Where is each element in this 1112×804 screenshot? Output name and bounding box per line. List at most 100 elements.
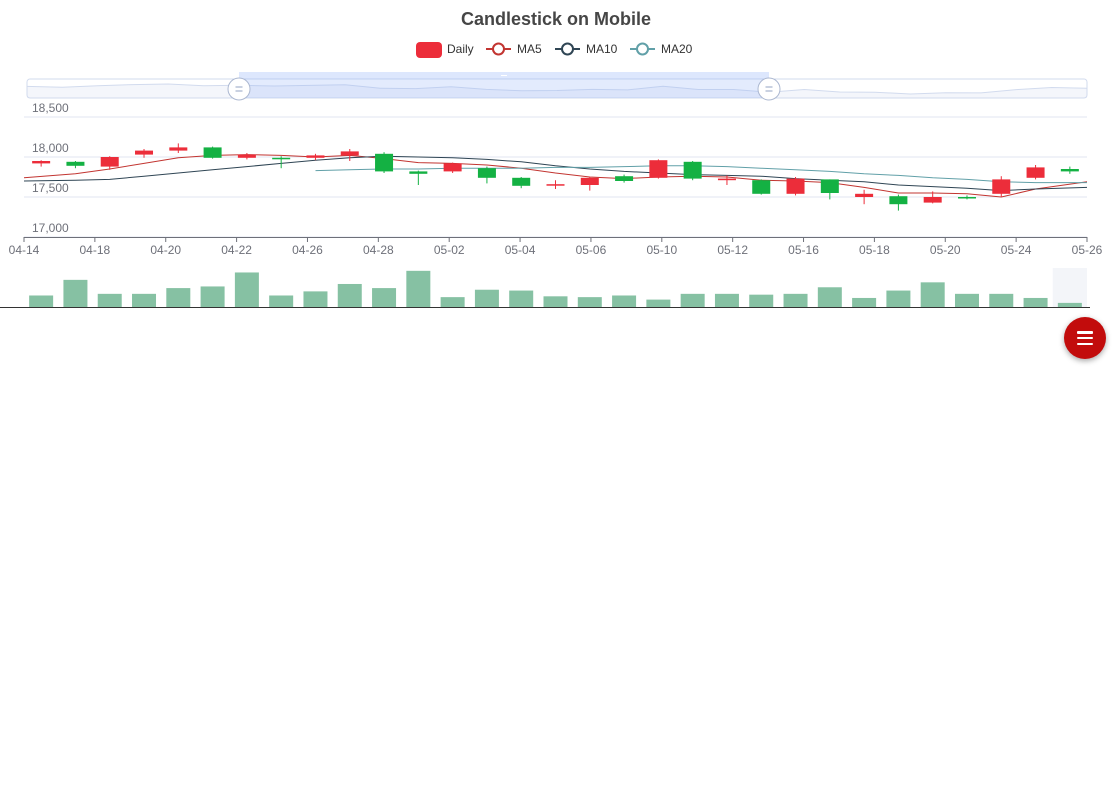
volume-bar[interactable] (509, 290, 534, 307)
candle[interactable] (649, 159, 668, 179)
candle[interactable] (855, 189, 874, 205)
zoom-handle-circle[interactable] (757, 77, 781, 101)
candle[interactable] (957, 195, 976, 200)
candle-body[interactable] (135, 150, 154, 155)
legend-item-ma10[interactable]: MA10 (555, 42, 618, 56)
candle-body[interactable] (717, 178, 736, 181)
candle-body[interactable] (203, 147, 222, 158)
candle-body[interactable] (580, 177, 599, 185)
volume-bar[interactable] (852, 297, 877, 307)
candle[interactable] (580, 177, 599, 191)
volume-bar[interactable] (269, 295, 294, 307)
volume-bar[interactable] (612, 295, 637, 307)
volume-bar[interactable] (372, 288, 397, 307)
candle[interactable] (169, 143, 188, 153)
candle[interactable] (272, 156, 291, 169)
candle-body[interactable] (1060, 169, 1079, 172)
volume-bar[interactable] (1023, 297, 1048, 307)
candle-body[interactable] (340, 151, 359, 156)
volume-bar[interactable] (440, 297, 465, 307)
candle-body[interactable] (752, 180, 771, 194)
volume-bars[interactable] (0, 268, 1090, 308)
candle-body[interactable] (443, 163, 462, 172)
volume-bar[interactable] (63, 279, 88, 307)
volume-bar[interactable] (166, 288, 191, 307)
candle-body[interactable] (546, 184, 565, 186)
candle[interactable] (32, 160, 51, 167)
volume-bar[interactable] (543, 296, 568, 307)
volume-bar[interactable] (132, 293, 157, 307)
candle[interactable] (340, 149, 359, 161)
candle[interactable] (1026, 165, 1045, 180)
volume-bar[interactable] (680, 293, 705, 307)
datazoom-slider[interactable] (26, 72, 1088, 101)
candle[interactable] (306, 153, 325, 161)
candle-body[interactable] (683, 161, 702, 179)
candle-body[interactable] (272, 157, 291, 160)
legend-item-daily[interactable]: Daily (416, 42, 474, 58)
candle-body[interactable] (992, 179, 1011, 194)
volume-bar[interactable] (817, 287, 842, 307)
legend-item-ma5[interactable]: MA5 (486, 42, 542, 56)
volume-bar[interactable] (714, 293, 739, 307)
candle[interactable] (992, 176, 1011, 197)
candle[interactable] (409, 170, 428, 185)
candle-body[interactable] (409, 171, 428, 174)
volume-bar[interactable] (303, 291, 328, 307)
legend[interactable]: Daily MA5 MA10 MA20 (416, 42, 693, 58)
candle-body[interactable] (32, 161, 51, 164)
zoom-selected-range[interactable] (239, 79, 769, 98)
candle-body[interactable] (1026, 167, 1045, 178)
candle[interactable] (786, 177, 805, 196)
candle[interactable] (889, 194, 908, 211)
candle[interactable] (546, 180, 565, 189)
candle-body[interactable] (237, 154, 256, 158)
candle[interactable] (237, 153, 256, 160)
volume-bar[interactable] (1057, 302, 1082, 307)
candle[interactable] (375, 152, 394, 173)
zoom-handle-circle[interactable] (227, 77, 251, 101)
volume-bar[interactable] (406, 270, 431, 307)
candle-body[interactable] (957, 197, 976, 199)
candle[interactable] (512, 177, 531, 189)
volume-bar[interactable] (783, 293, 808, 307)
zoom-handle-start[interactable] (227, 77, 251, 101)
volume-bar[interactable] (954, 293, 979, 307)
volume-bar[interactable] (646, 299, 671, 307)
candle-body[interactable] (375, 153, 394, 172)
candle-body[interactable] (889, 196, 908, 205)
volume-bar[interactable] (577, 297, 602, 307)
candle-body[interactable] (855, 193, 874, 197)
volume-bar[interactable] (234, 272, 259, 307)
zoom-handle-end[interactable] (757, 77, 781, 101)
menu-button[interactable] (1064, 317, 1106, 359)
candle-body[interactable] (306, 155, 325, 158)
volume-bar[interactable] (97, 293, 122, 307)
volume-bar[interactable] (886, 290, 911, 307)
volume-bar[interactable] (989, 293, 1014, 307)
candle-body[interactable] (923, 197, 942, 203)
volume-bar[interactable] (200, 286, 225, 307)
candle-body[interactable] (169, 147, 188, 151)
candle[interactable] (752, 179, 771, 195)
candle[interactable] (203, 146, 222, 159)
candle[interactable] (683, 161, 702, 181)
candle-body[interactable] (786, 178, 805, 194)
candle[interactable] (615, 174, 634, 183)
volume-bar[interactable] (920, 282, 945, 307)
candle-body[interactable] (512, 177, 531, 186)
candle[interactable] (66, 161, 85, 169)
candle[interactable] (1060, 166, 1079, 174)
volume-bar[interactable] (29, 295, 54, 307)
candle-body[interactable] (649, 160, 668, 178)
candle[interactable] (477, 166, 496, 184)
legend-item-ma20[interactable]: MA20 (630, 42, 693, 56)
candle[interactable] (135, 149, 154, 158)
candle[interactable] (820, 179, 839, 200)
volume-bar[interactable] (474, 289, 499, 307)
candle-body[interactable] (100, 157, 119, 167)
volume-bar[interactable] (749, 294, 774, 307)
candle[interactable] (443, 162, 462, 173)
volume-bar[interactable] (337, 283, 362, 307)
candle-body[interactable] (477, 168, 496, 178)
